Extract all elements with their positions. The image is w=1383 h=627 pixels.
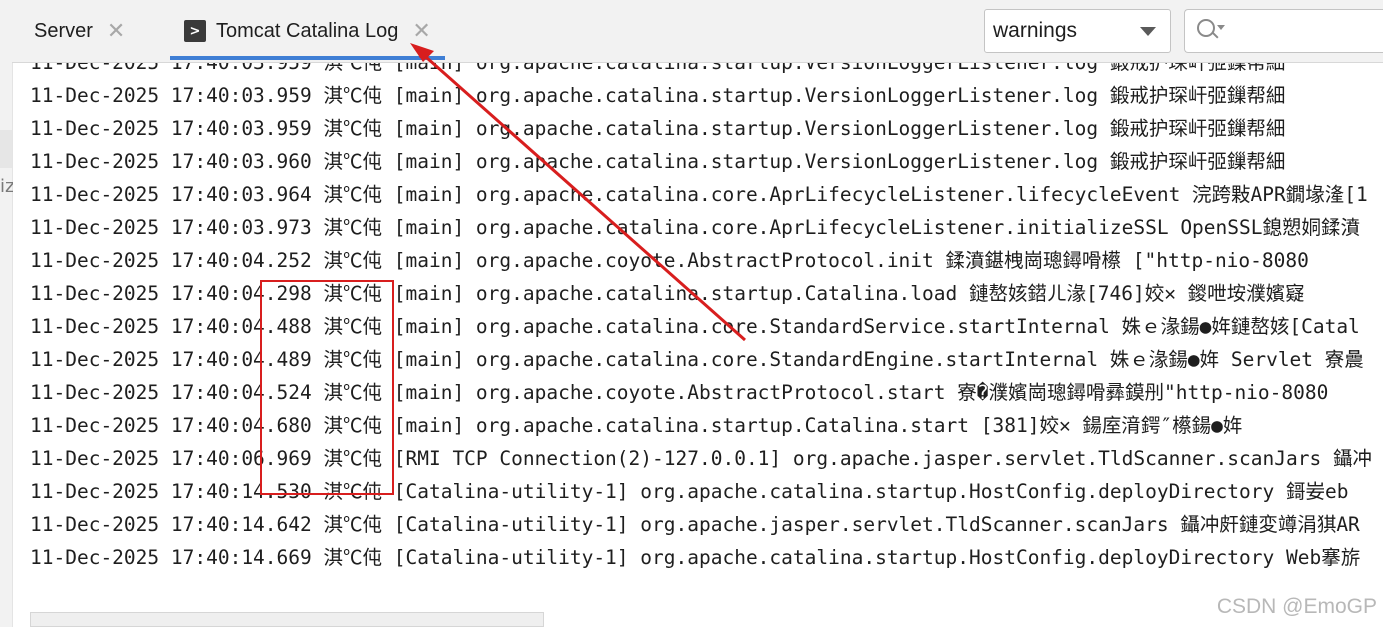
filter-selected-value: warnings	[993, 19, 1078, 42]
log-lines: 11-Dec-2025 17:40:03.959 淇℃伅 [main] org.…	[30, 63, 1372, 574]
tab-catalina-close-icon[interactable]: ✕	[412, 19, 430, 44]
tab-server-label: Server	[34, 19, 93, 42]
log-line: 11-Dec-2025 17:40:03.959 淇℃伅 [main] org.…	[30, 84, 1286, 107]
log-line: 11-Dec-2025 17:40:03.959 淇℃伅 [main] org.…	[30, 117, 1286, 140]
log-line: 11-Dec-2025 17:40:04.298 淇℃伅 [main] org.…	[30, 282, 1305, 305]
tab-server-close-icon[interactable]: ✕	[107, 19, 125, 44]
search-box[interactable]	[1184, 9, 1383, 53]
log-line: 11-Dec-2025 17:40:03.960 淇℃伅 [main] org.…	[30, 150, 1286, 173]
watermark-text: CSDN @EmoGP	[1216, 595, 1377, 618]
tab-catalina-label: Tomcat Catalina Log	[216, 19, 399, 42]
chevron-down-icon	[1140, 26, 1156, 36]
log-line: 11-Dec-2025 17:40:03.973 淇℃伅 [main] org.…	[30, 216, 1360, 239]
log-line: 11-Dec-2025 17:40:03.964 淇℃伅 [main] org.…	[30, 183, 1368, 206]
log-tab-bar: Server ✕ > Tomcat Catalina Log ✕ warning…	[12, 0, 1383, 63]
log-line: 11-Dec-2025 17:40:04.489 淇℃伅 [main] org.…	[30, 348, 1364, 371]
log-line: 11-Dec-2025 17:40:04.488 淇℃伅 [main] org.…	[30, 315, 1360, 338]
left-tool-gutter: iz	[0, 0, 14, 627]
log-line: 11-Dec-2025 17:40:04.252 淇℃伅 [main] org.…	[30, 249, 1309, 272]
log-line: 11-Dec-2025 17:40:04.680 淇℃伅 [main] org.…	[30, 414, 1243, 437]
log-line: 11-Dec-2025 17:40:06.969 淇℃伅 [RMI TCP Co…	[30, 447, 1372, 470]
terminal-icon: >	[184, 20, 206, 42]
log-line: 11-Dec-2025 17:40:14.530 淇℃伅 [Catalina-u…	[30, 480, 1349, 503]
log-level-filter-dropdown[interactable]: warnings	[984, 9, 1171, 53]
tab-tomcat-catalina-log[interactable]: > Tomcat Catalina Log ✕	[170, 0, 445, 62]
active-tab-indicator	[170, 56, 445, 60]
log-output-area[interactable]: 11-Dec-2025 17:40:03.959 淇℃伅 [main] org.…	[13, 63, 1383, 583]
log-line: 11-Dec-2025 17:40:14.669 淇℃伅 [Catalina-u…	[30, 546, 1361, 569]
log-line: 11-Dec-2025 17:40:03.959 淇℃伅 [main] org.…	[30, 63, 1372, 79]
search-icon[interactable]	[1197, 19, 1225, 43]
horizontal-scrollbar[interactable]	[30, 612, 544, 627]
gutter-block	[0, 130, 12, 168]
tab-server[interactable]: Server ✕	[34, 0, 125, 62]
log-line: 11-Dec-2025 17:40:04.524 淇℃伅 [main] org.…	[30, 381, 1329, 404]
log-line: 11-Dec-2025 17:40:14.642 淇℃伅 [Catalina-u…	[30, 513, 1360, 536]
search-input[interactable]	[1227, 12, 1383, 50]
